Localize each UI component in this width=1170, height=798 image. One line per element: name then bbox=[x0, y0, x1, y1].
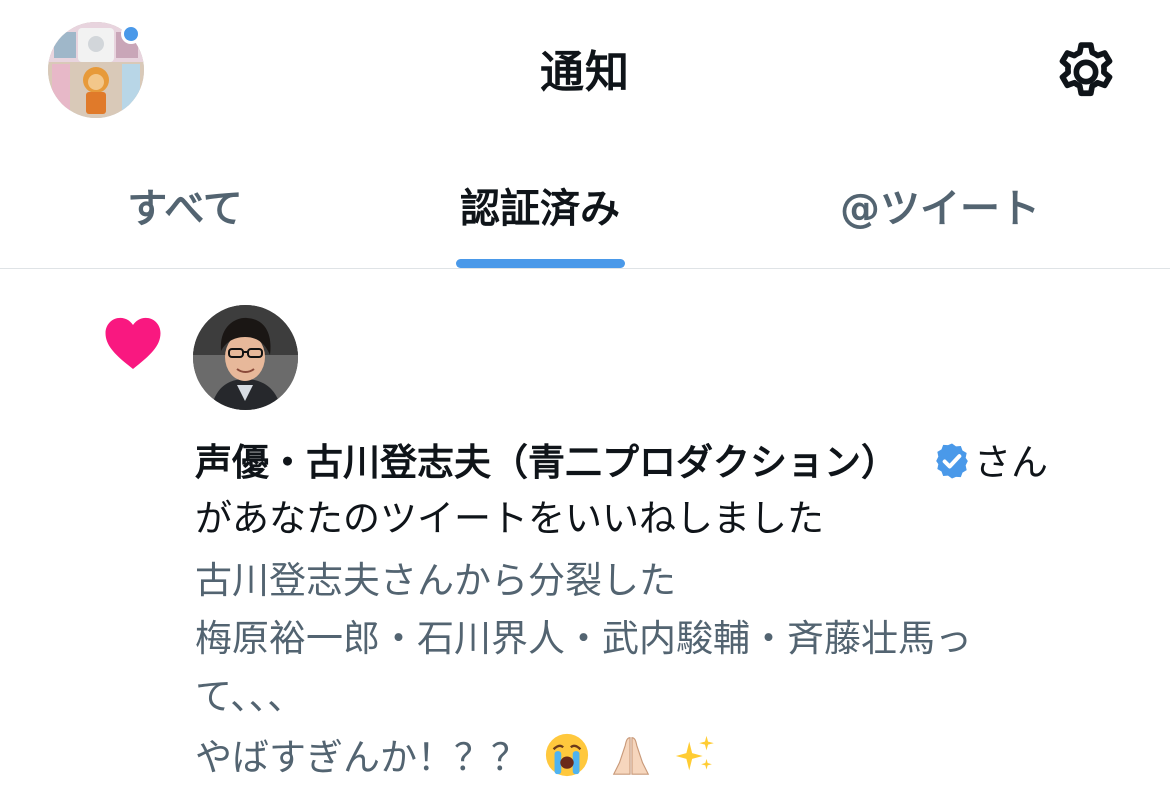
active-tab-indicator bbox=[456, 259, 625, 268]
tweet-preview-line: 古川登志夫さんから分裂した bbox=[195, 559, 676, 602]
tab-mentions[interactable]: @ツイート bbox=[810, 176, 1070, 236]
tweet-preview-line: て、、、 bbox=[195, 675, 305, 718]
user-photo-icon bbox=[193, 305, 298, 410]
notification-headline: 声優・古川登志夫（青二プロダクション） さん bbox=[195, 440, 1048, 486]
tweet-preview-line: 梅原裕一郎・石川界人・武内駿輔・斉藤壮馬っ bbox=[195, 617, 972, 660]
liker-name[interactable]: 声優・古川登志夫（青二プロダクション） bbox=[195, 441, 898, 484]
tabs-divider bbox=[0, 268, 1170, 269]
crying-face-emoji-icon bbox=[545, 733, 588, 777]
settings-button[interactable] bbox=[1052, 38, 1120, 106]
folded-hands-emoji-icon bbox=[612, 737, 649, 775]
liker-avatar[interactable] bbox=[193, 305, 298, 410]
gear-icon bbox=[1059, 42, 1113, 97]
top-bar: 通知 bbox=[0, 0, 1170, 145]
verified-badge-icon bbox=[936, 443, 968, 479]
notification-item[interactable]: 声優・古川登志夫（青二プロダクション） さん があなたのツイートをいいねしました… bbox=[0, 270, 1170, 798]
action-text: があなたのツイートをいいねしました bbox=[195, 497, 824, 540]
name-suffix: さん bbox=[974, 441, 1048, 484]
tweet-preview-text: やばすぎんか！？？ bbox=[195, 736, 528, 779]
page-title: 通知 bbox=[540, 47, 630, 98]
tweet-preview-last-line: やばすぎんか！？？ bbox=[195, 732, 732, 779]
tab-verified[interactable]: 認証済み bbox=[440, 176, 640, 236]
tab-all[interactable]: すべて bbox=[100, 176, 270, 236]
notification-tabs: すべて 認証済み @ツイート bbox=[0, 150, 1170, 268]
sparkles-emoji-icon bbox=[675, 735, 714, 771]
heart-icon bbox=[105, 317, 161, 369]
